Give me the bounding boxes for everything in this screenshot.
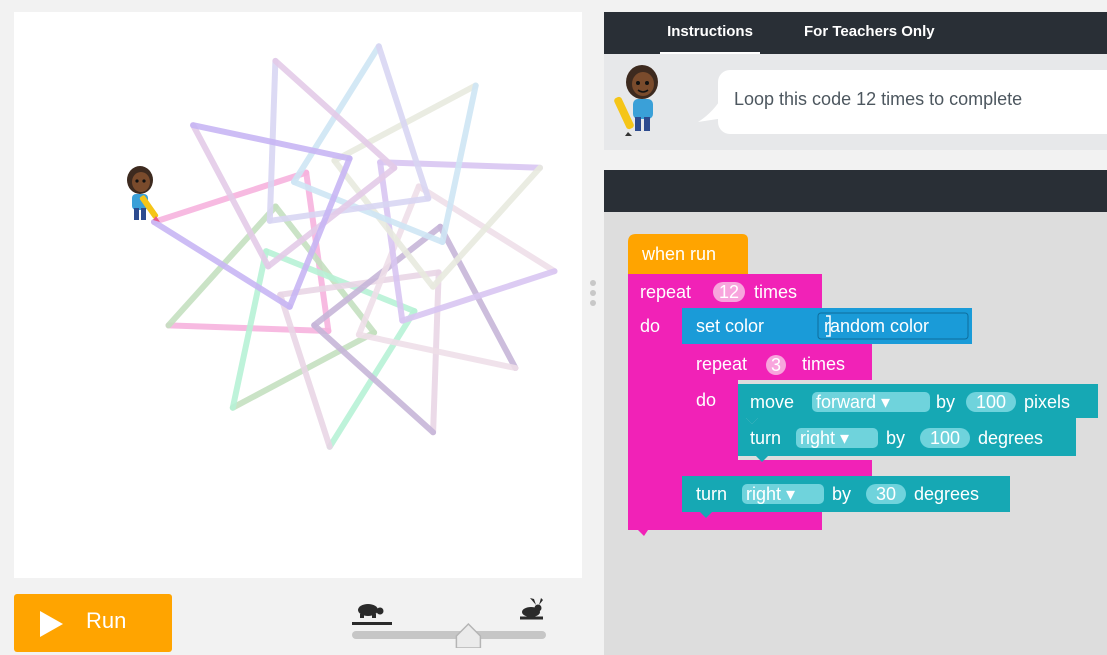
inner-repeat-times-label: times (802, 354, 845, 374)
turn-amount-value: 100 (930, 428, 960, 448)
turtle-drawing (151, 43, 558, 450)
drawn-line (429, 164, 543, 290)
move-direction-value: forward ▾ (816, 392, 890, 412)
run-button[interactable]: Run (14, 594, 172, 652)
panel-resize-handle[interactable] (586, 280, 600, 314)
tab-for-teachers-only[interactable]: For Teachers Only (804, 12, 935, 54)
workspace-header (604, 170, 1107, 212)
turtle-icon (352, 604, 392, 625)
inner-repeat-do-label: do (696, 390, 716, 410)
when-run-label: when run (641, 244, 716, 264)
artist-avatar-icon (127, 166, 160, 222)
repeat-label: repeat (640, 282, 691, 302)
tab-instructions[interactable]: Instructions (660, 12, 760, 54)
random-color-value[interactable]: random color (824, 316, 929, 336)
inner-repeat-count-value: 3 (771, 355, 781, 375)
artist-character-icon (614, 65, 658, 136)
play-icon (40, 611, 63, 637)
turn-unit-label: degrees (978, 428, 1043, 448)
instructions-tab-bar: Instructions For Teachers Only (604, 12, 1107, 54)
inner-repeat-label: repeat (696, 354, 747, 374)
move-by-label: by (936, 392, 955, 412)
instruction-bubble: Loop this code 12 times to complete (718, 70, 1107, 134)
drawn-line (272, 57, 398, 171)
turn-outer-label: turn (696, 484, 727, 504)
instructions-panel: Loop this code 12 times to complete (604, 54, 1107, 150)
turn-direction-value: right ▾ (800, 428, 849, 448)
speed-slider[interactable] (348, 598, 548, 648)
slider-thumb[interactable] (455, 622, 482, 648)
set-color-label: set color (696, 316, 764, 336)
turn-outer-unit-label: degrees (914, 484, 979, 504)
repeat-do-label: do (640, 316, 660, 336)
drawn-line (190, 122, 272, 270)
turn-outer-direction-value: right ▾ (746, 484, 795, 504)
rabbit-icon (520, 598, 543, 620)
drawn-line (311, 322, 437, 436)
repeat-count-value: 12 (719, 282, 739, 302)
turn-by-label: by (886, 428, 905, 448)
drawing-canvas (14, 12, 582, 578)
blocks-workspace[interactable]: when run repeat 12 times do set color ra… (604, 212, 1107, 655)
turn-outer-amount-value: 30 (876, 484, 896, 504)
move-label: move (750, 392, 794, 412)
turn-label: turn (750, 428, 781, 448)
run-button-label: Run (86, 608, 127, 633)
move-unit-label: pixels (1024, 392, 1070, 412)
instruction-text: Loop this code 12 times to complete (734, 89, 1023, 109)
slider-track[interactable] (352, 631, 546, 639)
move-amount-value: 100 (976, 392, 1006, 412)
repeat-times-label: times (754, 282, 797, 302)
turn-outer-by-label: by (832, 484, 851, 504)
